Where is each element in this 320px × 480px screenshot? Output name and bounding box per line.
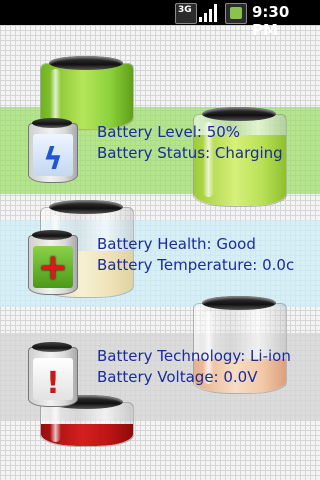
status-clock: 9:30 PM [252, 3, 290, 39]
battery-temperature-text: Battery Temperature: 0.0c [97, 256, 295, 274]
signal-icon [199, 3, 219, 22]
battery-health-text: Battery Health: Good [97, 235, 256, 253]
level-status-info: Battery Level: 50% Battery Status: Charg… [97, 122, 315, 164]
health-plus-icon: + [28, 230, 78, 298]
network-3g-icon: 3G [175, 3, 197, 24]
battery-app-icon [225, 3, 247, 24]
warning-icon: ! [28, 342, 78, 410]
network-type-label: 3G [178, 5, 192, 15]
charging-icon: ϟ [28, 118, 78, 186]
battery-voltage-text: Battery Voltage: 0.0V [97, 368, 258, 386]
technology-voltage-info: Battery Technology: Li-ion Battery Volta… [97, 346, 315, 388]
status-bar: 3G 9:30 PM [0, 0, 320, 39]
battery-technology-text: Battery Technology: Li-ion [97, 347, 291, 365]
battery-level-text: Battery Level: 50% [97, 123, 241, 141]
battery-status-text: Battery Status: Charging [97, 144, 283, 162]
health-temperature-info: Battery Health: Good Battery Temperature… [97, 234, 315, 276]
